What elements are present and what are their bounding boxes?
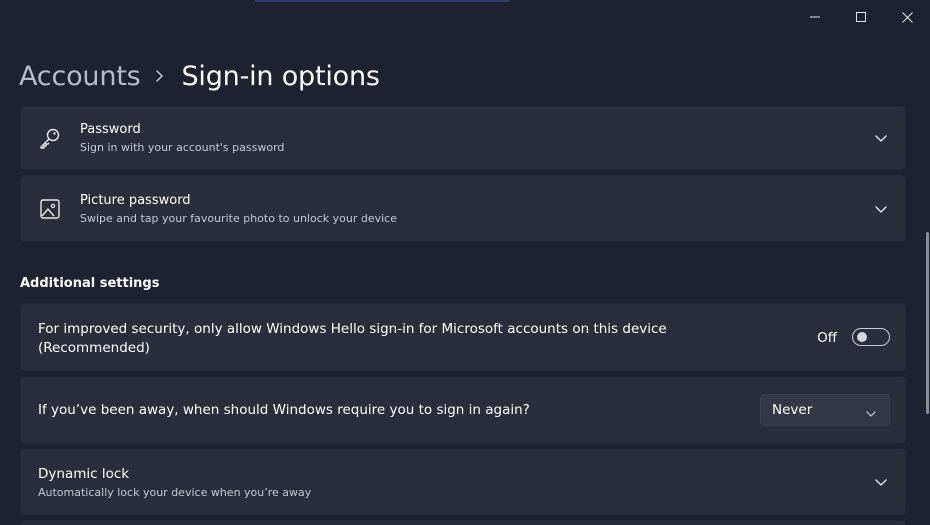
toggle-state-label: Off (817, 330, 837, 346)
chevron-down-icon[interactable] (873, 131, 889, 147)
picture-password-card[interactable]: Picture password Swipe and tap your favo… (20, 175, 906, 242)
chevron-down-icon (865, 405, 877, 417)
require-signin-card: If you’ve been away, when should Windows… (20, 376, 906, 444)
require-signin-text: If you’ve been away, when should Windows… (38, 402, 530, 418)
next-settings-card[interactable] (20, 520, 906, 525)
password-subtitle: Sign in with your account's password (80, 141, 285, 154)
additional-settings-header: Additional settings (20, 276, 160, 291)
title-bar-accent (255, 0, 510, 2)
minimize-icon (810, 16, 820, 18)
picture-password-subtitle: Swipe and tap your favourite photo to un… (80, 212, 397, 225)
minimize-button[interactable] (792, 0, 838, 34)
windows-hello-only-text-line2: (Recommended) (38, 340, 150, 356)
chevron-down-icon[interactable] (873, 202, 889, 218)
settings-content: Password Sign in with your account's pas… (20, 106, 906, 525)
maximize-icon (856, 12, 866, 22)
picture-icon (38, 197, 62, 221)
dynamic-lock-subtitle: Automatically lock your device when you’… (38, 486, 312, 499)
password-card[interactable]: Password Sign in with your account's pas… (20, 106, 906, 170)
close-icon (901, 11, 913, 23)
vertical-scrollbar[interactable] (926, 232, 929, 414)
require-signin-dropdown[interactable]: Never (760, 394, 890, 426)
password-title: Password (80, 122, 141, 137)
caption-buttons (792, 0, 930, 34)
close-button[interactable] (884, 0, 930, 34)
windows-hello-only-card: For improved security, only allow Window… (20, 303, 906, 371)
dynamic-lock-title: Dynamic lock (38, 466, 130, 482)
dropdown-selected-value: Never (772, 402, 813, 418)
toggle-knob (857, 332, 867, 342)
windows-hello-only-text-line1: For improved security, only allow Window… (38, 321, 667, 337)
key-icon (38, 126, 62, 150)
breadcrumb: Accounts Sign-in options (19, 56, 380, 96)
chevron-right-icon (155, 69, 165, 83)
chevron-down-icon[interactable] (873, 475, 889, 491)
dynamic-lock-card[interactable]: Dynamic lock Automatically lock your dev… (20, 448, 906, 515)
page-title: Sign-in options (181, 60, 380, 92)
breadcrumb-accounts-link[interactable]: Accounts (19, 61, 141, 92)
maximize-button[interactable] (838, 0, 884, 34)
windows-hello-only-toggle[interactable] (852, 328, 890, 346)
picture-password-title: Picture password (80, 193, 191, 208)
